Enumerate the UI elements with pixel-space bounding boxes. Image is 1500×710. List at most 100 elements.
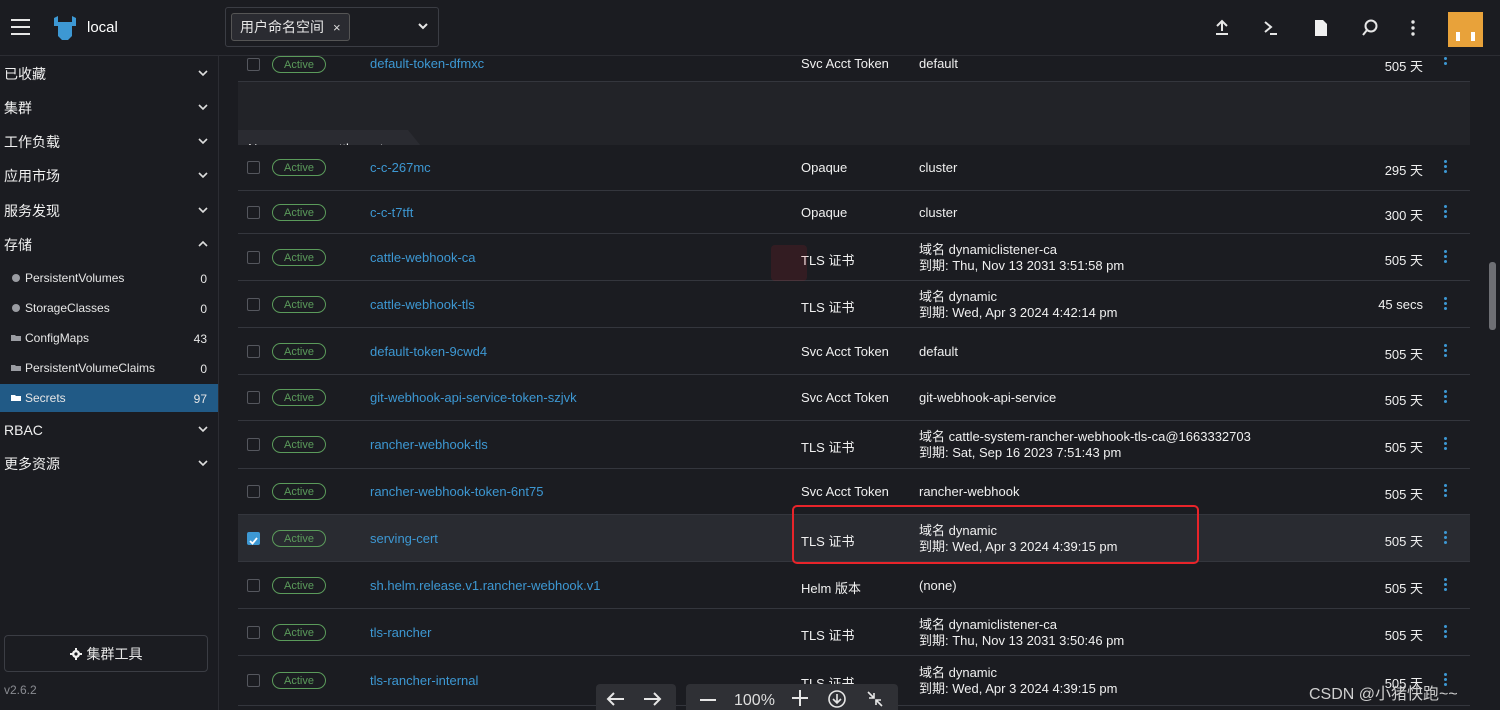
- secret-name-link[interactable]: sh.helm.release.v1.rancher-webhook.v1: [370, 578, 601, 593]
- sidebar-item-secrets[interactable]: Secrets 97: [0, 384, 218, 412]
- secret-name-link[interactable]: rancher-webhook-tls: [370, 437, 488, 452]
- table-row[interactable]: Active c-c-t7tft Opaque cluster 300 天: [238, 191, 1470, 234]
- row-actions-icon[interactable]: [1444, 205, 1448, 220]
- user-avatar[interactable]: [1448, 12, 1483, 47]
- secret-name-link[interactable]: c-c-t7tft: [370, 205, 413, 220]
- kubectl-shell-icon[interactable]: [1261, 18, 1281, 38]
- secret-age: 505 天: [1384, 487, 1423, 502]
- nav-group-more-resources[interactable]: 更多资源: [0, 449, 219, 479]
- row-actions-icon[interactable]: [1444, 390, 1448, 405]
- cluster-tools-label: 集群工具: [86, 645, 143, 662]
- nav-group-workloads[interactable]: 工作负载: [0, 127, 219, 157]
- more-vertical-icon[interactable]: [1403, 18, 1423, 38]
- row-checkbox[interactable]: [247, 298, 260, 311]
- row-actions-icon[interactable]: [1444, 56, 1448, 67]
- nav-group-apps[interactable]: 应用市场: [0, 161, 219, 191]
- table-row[interactable]: Active tls-rancher TLS 证书 域名 dynamiclistene…: [238, 609, 1470, 656]
- table-row[interactable]: Active sh.helm.release.v1.rancher-webhook…: [238, 562, 1470, 609]
- namespace-filter-select[interactable]: 用户命名空间 ×: [225, 7, 439, 47]
- secret-type: Svc Acct Token: [801, 390, 889, 405]
- arrow-right-icon[interactable]: [642, 692, 662, 706]
- nav-group-service-discovery[interactable]: 服务发现: [0, 196, 219, 226]
- upload-icon[interactable]: [1212, 18, 1232, 38]
- kubeconfig-file-icon[interactable]: [1311, 18, 1331, 38]
- zoom-in-icon[interactable]: [792, 690, 808, 706]
- chip-close-icon[interactable]: ×: [333, 20, 341, 35]
- secret-data: default: [919, 56, 959, 71]
- row-checkbox[interactable]: [247, 391, 260, 404]
- row-actions-icon[interactable]: [1444, 437, 1448, 452]
- status-badge: Active: [272, 204, 326, 221]
- sidebar-item-persistentvolumes[interactable]: PersistentVolumes 0: [0, 264, 218, 292]
- arrow-left-icon[interactable]: [606, 692, 626, 706]
- secret-name-link[interactable]: tls-rancher: [370, 625, 431, 640]
- row-actions-icon[interactable]: [1444, 484, 1448, 499]
- secret-name-link[interactable]: serving-cert: [370, 531, 438, 546]
- sidebar-item-label: ConfigMaps: [25, 331, 90, 345]
- cluster-tools-button[interactable]: 集群工具: [4, 635, 208, 672]
- secret-name-link[interactable]: tls-rancher-internal: [370, 673, 478, 688]
- secret-name-link[interactable]: cattle-webhook-tls: [370, 297, 475, 312]
- table-row[interactable]: Active cattle-webhook-tls TLS 证书 域名 dynamic…: [238, 281, 1470, 328]
- page-scrollbar[interactable]: [1489, 262, 1496, 330]
- table-row[interactable]: Active default-token-dfmxc Svc Acct Toke…: [238, 56, 1470, 82]
- download-icon[interactable]: [828, 690, 846, 708]
- table-row[interactable]: Active rancher-webhook-tls TLS 证书 域名 cattle…: [238, 421, 1470, 469]
- secret-data-line: default: [919, 344, 959, 359]
- secret-age: 505 天: [1384, 581, 1423, 596]
- secret-name-link[interactable]: c-c-267mc: [370, 160, 431, 175]
- nav-group-favorites[interactable]: 已收藏: [0, 59, 219, 89]
- row-checkbox[interactable]: [247, 251, 260, 264]
- zoom-out-icon[interactable]: [700, 698, 716, 702]
- row-actions-icon[interactable]: [1444, 531, 1448, 546]
- sidebar-item-configmaps[interactable]: ConfigMaps 43: [0, 324, 218, 352]
- row-actions-icon[interactable]: [1444, 160, 1448, 175]
- row-actions-icon[interactable]: [1444, 625, 1448, 640]
- secret-name-link[interactable]: git-webhook-api-service-token-szjvk: [370, 390, 577, 405]
- secret-name-link[interactable]: cattle-webhook-ca: [370, 250, 476, 265]
- secret-type: Opaque: [801, 160, 848, 175]
- row-actions-icon[interactable]: [1444, 578, 1448, 593]
- row-checkbox[interactable]: [247, 626, 260, 639]
- nav-group-storage[interactable]: 存储: [0, 230, 219, 260]
- row-checkbox[interactable]: [247, 438, 260, 451]
- row-actions-icon[interactable]: [1444, 344, 1448, 359]
- nav-group-rbac[interactable]: RBAC: [0, 415, 219, 445]
- collapse-icon[interactable]: [866, 690, 884, 708]
- row-checkbox[interactable]: [247, 674, 260, 687]
- cluster-name[interactable]: local: [87, 19, 118, 36]
- secret-age: 45 secs: [1378, 297, 1423, 312]
- row-checkbox[interactable]: [247, 485, 260, 498]
- chevron-down-icon: [198, 207, 208, 214]
- row-actions-icon[interactable]: [1444, 297, 1448, 312]
- hamburger-menu-icon[interactable]: [11, 19, 30, 35]
- table-row[interactable]: Active c-c-267mc Opaque cluster 295 天: [238, 145, 1470, 191]
- row-checkbox[interactable]: [247, 206, 260, 219]
- zoom-controls: 100%: [686, 684, 898, 710]
- sidebar-item-storageclasses[interactable]: StorageClasses 0: [0, 294, 218, 322]
- row-actions-icon[interactable]: [1444, 250, 1448, 265]
- secret-name-link[interactable]: rancher-webhook-token-6nt75: [370, 484, 543, 499]
- table-row[interactable]: Active cattle-webhook-ca TLS 证书 域名 dynamicl…: [238, 234, 1470, 281]
- secret-age: 505 天: [1384, 628, 1423, 643]
- secret-name-link[interactable]: default-token-dfmxc: [370, 56, 484, 71]
- secret-type: TLS 证书: [801, 300, 855, 315]
- search-icon[interactable]: [1360, 18, 1380, 38]
- chevron-down-icon[interactable]: [417, 20, 429, 32]
- sidebar-item-count: 97: [193, 392, 207, 406]
- status-badge: Active: [272, 343, 326, 360]
- sidebar-item-persistentvolumeclaims[interactable]: PersistentVolumeClaims 0: [0, 354, 218, 382]
- row-checkbox[interactable]: [247, 579, 260, 592]
- row-checkbox[interactable]: [247, 345, 260, 358]
- table-row[interactable]: Active git-webhook-api-service-token-szjv…: [238, 375, 1470, 421]
- secret-data-line: 到期: Thu, Nov 13 2031 3:50:46 pm: [919, 633, 1125, 648]
- status-badge: Active: [272, 672, 326, 689]
- table-row[interactable]: Active default-token-9cwd4 Svc Acct Token d…: [238, 328, 1470, 375]
- row-checkbox[interactable]: [247, 58, 260, 71]
- nav-group-cluster[interactable]: 集群: [0, 93, 219, 123]
- status-badge: Active: [272, 624, 326, 641]
- row-checkbox[interactable]: [247, 161, 260, 174]
- row-checkbox[interactable]: [247, 532, 260, 545]
- secret-name-link[interactable]: default-token-9cwd4: [370, 344, 487, 359]
- chevron-down-icon: [198, 138, 208, 145]
